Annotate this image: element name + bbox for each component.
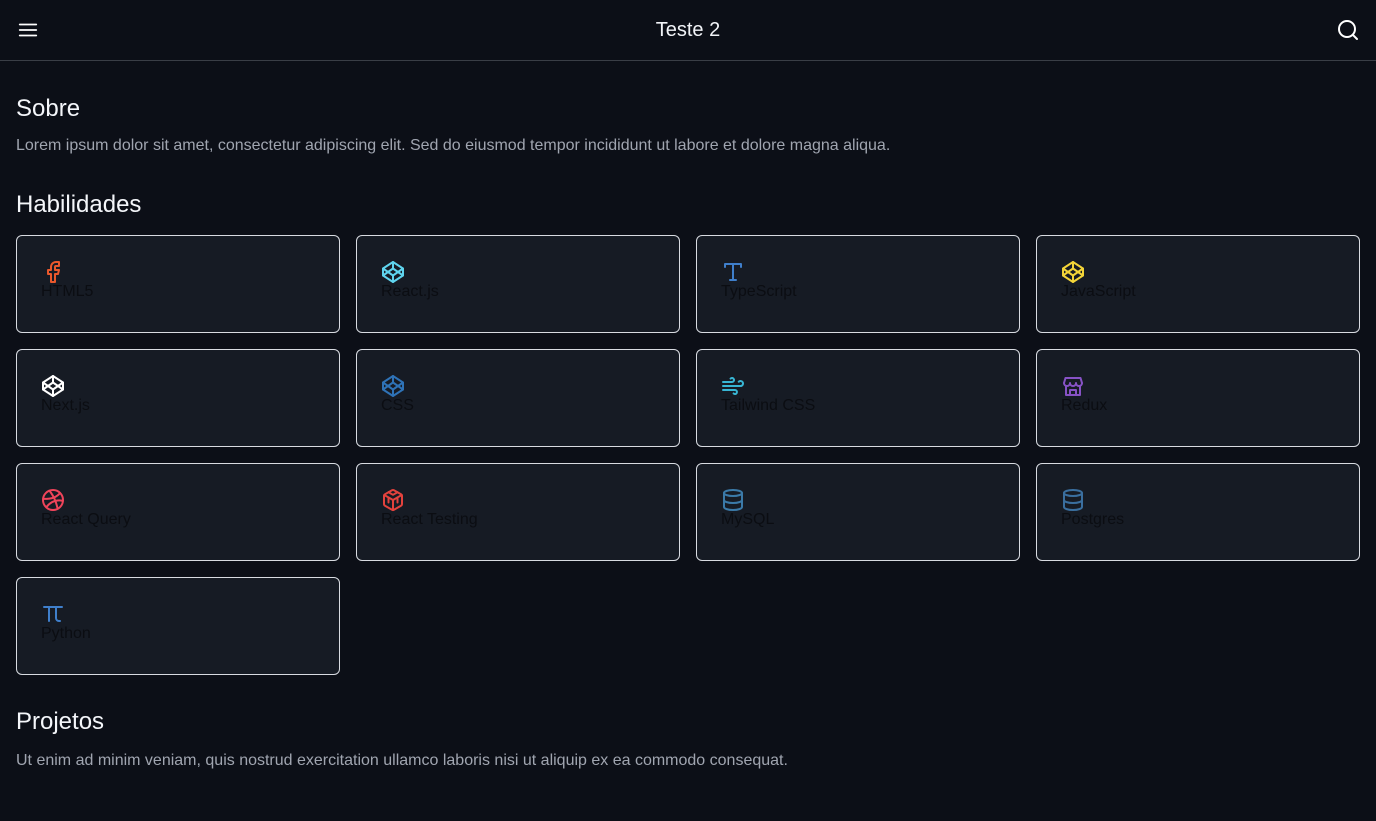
projetos-text: Ut enim ad minim veniam, quis nostrud ex… (16, 752, 788, 769)
skill-label: React Testing (381, 511, 478, 528)
skill-label: React Query (41, 511, 131, 528)
skill-card[interactable]: Postgres (1036, 463, 1360, 561)
skill-label: Postgres (1061, 511, 1125, 528)
skill-label: CSS (381, 397, 414, 414)
codepen-icon (1062, 261, 1084, 283)
skill-card[interactable]: HTML5 (16, 235, 340, 333)
skill-card[interactable]: React Query (16, 463, 340, 561)
skill-card[interactable]: Redux (1036, 349, 1360, 447)
pi-icon (43, 606, 63, 622)
type-icon (724, 263, 742, 281)
codepen-icon (42, 375, 64, 397)
skill-label: Redux (1061, 397, 1108, 414)
skill-label: Tailwind CSS (721, 397, 816, 414)
skill-card[interactable]: CSS (356, 349, 680, 447)
skill-label: JavaScript (1061, 283, 1136, 300)
hamburger-menu-icon (18, 23, 38, 37)
skill-card[interactable]: JavaScript (1036, 235, 1360, 333)
sobre-text: Lorem ipsum dolor sit amet, consectetur … (16, 137, 891, 154)
skill-card[interactable]: Python (16, 577, 340, 675)
skills-grid: HTML5 React.js TypeScript JavaScript Next.js… (16, 235, 1360, 675)
facebook-icon (47, 261, 60, 283)
skill-card[interactable]: MySQL (696, 463, 1020, 561)
database-icon (723, 489, 743, 511)
skill-card[interactable]: React.js (356, 235, 680, 333)
skill-label: Python (41, 625, 91, 642)
skill-label: HTML5 (41, 283, 94, 300)
store-icon (1063, 377, 1083, 396)
skill-label: MySQL (721, 511, 775, 528)
skill-card[interactable]: Tailwind CSS (696, 349, 1020, 447)
skill-card[interactable]: TypeScript (696, 235, 1020, 333)
menu-button[interactable] (14, 16, 42, 44)
projetos-heading: Projetos (16, 708, 105, 735)
dribbble-icon (42, 489, 64, 511)
skill-label: React.js (381, 283, 439, 300)
search-icon (1338, 20, 1358, 40)
main-content: Sobre Lorem ipsum dolor sit amet, consec… (0, 95, 1376, 770)
skill-card[interactable]: Next.js (16, 349, 340, 447)
search-button[interactable] (1334, 16, 1362, 44)
box-icon (383, 489, 403, 512)
wind-icon (722, 377, 744, 395)
skill-label: Next.js (41, 397, 90, 414)
codepen-icon (382, 375, 404, 397)
top-bar: Teste 2 (0, 0, 1376, 61)
app-title: Teste 2 (655, 18, 721, 41)
skill-label: TypeScript (721, 283, 797, 300)
sobre-heading: Sobre (16, 95, 81, 122)
database-icon (1063, 489, 1083, 511)
codepen-icon (382, 261, 404, 283)
habilidades-heading: Habilidades (16, 191, 142, 218)
skill-card[interactable]: React Testing (356, 463, 680, 561)
